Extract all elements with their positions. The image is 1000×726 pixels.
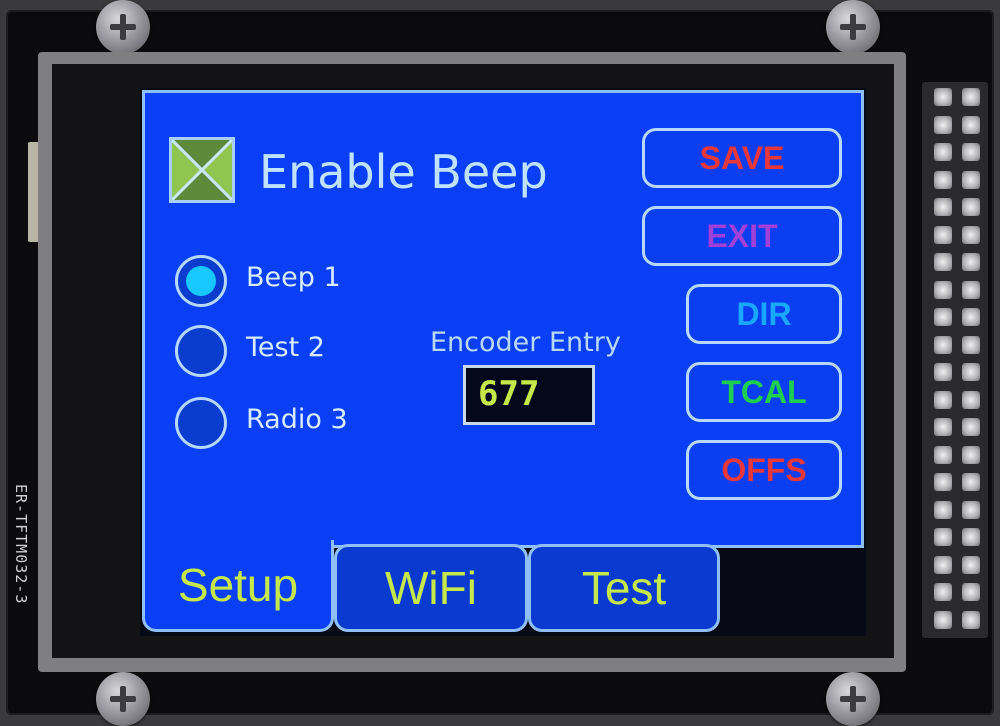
header-pin-icon: [934, 610, 952, 629]
screw-icon: [96, 0, 150, 54]
offs-button[interactable]: OFFS: [686, 440, 842, 500]
radio-beep-1-label: Beep 1: [246, 262, 341, 293]
header-pin-icon: [962, 583, 980, 601]
header-pin-icon: [962, 445, 980, 464]
header-pin-icon: [962, 363, 980, 381]
header-pin-icon: [962, 253, 980, 271]
lcd-screen: Enable Beep Beep 1 Test 2 Radio 3 Encode…: [142, 90, 864, 635]
header-pin-icon: [962, 280, 980, 299]
radio-radio-3-label: Radio 3: [246, 404, 348, 435]
header-pin-icon: [934, 500, 952, 519]
encoder-entry-label: Encoder Entry: [430, 327, 621, 358]
checkbox-x-icon: [172, 140, 232, 200]
header-pin-icon: [934, 253, 952, 271]
radio-test-2[interactable]: [175, 325, 227, 377]
header-pin-icon: [934, 363, 952, 381]
header-pin-icon: [962, 335, 980, 354]
header-pin-icon: [934, 418, 952, 436]
header-pin-icon: [934, 335, 952, 354]
enable-beep-checkbox[interactable]: [169, 137, 235, 203]
radio-beep-1[interactable]: [175, 255, 227, 307]
header-pin-icon: [934, 225, 952, 244]
header-pin-icon: [934, 473, 952, 491]
setup-panel: Enable Beep Beep 1 Test 2 Radio 3 Encode…: [142, 90, 864, 548]
encoder-entry-field[interactable]: 677: [463, 365, 595, 425]
tab-test[interactable]: Test: [528, 544, 720, 632]
screw-icon: [96, 672, 150, 726]
pin-header: [922, 82, 988, 638]
header-pin-icon: [934, 143, 952, 161]
screw-icon: [826, 0, 880, 54]
header-pin-icon: [934, 115, 952, 134]
header-pin-icon: [934, 280, 952, 299]
header-pin-icon: [962, 170, 980, 189]
header-pin-icon: [962, 473, 980, 491]
radio-radio-3[interactable]: [175, 397, 227, 449]
header-pin-icon: [934, 88, 952, 106]
header-pin-icon: [962, 390, 980, 409]
screw-icon: [826, 672, 880, 726]
header-pin-icon: [962, 500, 980, 519]
header-pin-icon: [934, 555, 952, 574]
header-pin-icon: [934, 528, 952, 546]
header-pin-icon: [934, 445, 952, 464]
header-pin-icon: [962, 528, 980, 546]
header-pin-icon: [934, 583, 952, 601]
dir-button[interactable]: DIR: [686, 284, 842, 344]
header-pin-icon: [934, 390, 952, 409]
module-label: ER-TFTM032-3: [12, 484, 30, 605]
header-pin-icon: [962, 610, 980, 629]
exit-button[interactable]: EXIT: [642, 206, 842, 266]
header-pin-icon: [962, 225, 980, 244]
header-pin-icon: [962, 418, 980, 436]
encoder-entry-value: 677: [478, 374, 540, 414]
header-pin-icon: [962, 198, 980, 216]
header-pin-icon: [934, 198, 952, 216]
tcal-button[interactable]: TCAL: [686, 362, 842, 422]
enable-beep-label: Enable Beep: [259, 145, 548, 199]
header-pin-icon: [934, 308, 952, 326]
tab-setup[interactable]: Setup: [142, 540, 334, 632]
radio-test-2-label: Test 2: [246, 332, 325, 363]
tab-bar: Setup WiFi Test: [142, 540, 864, 635]
header-pin-icon: [962, 115, 980, 134]
tab-wifi[interactable]: WiFi: [334, 544, 528, 632]
header-pin-icon: [962, 88, 980, 106]
header-pin-icon: [962, 143, 980, 161]
header-pin-icon: [962, 555, 980, 574]
header-pin-icon: [962, 308, 980, 326]
header-pin-icon: [934, 170, 952, 189]
save-button[interactable]: SAVE: [642, 128, 842, 188]
